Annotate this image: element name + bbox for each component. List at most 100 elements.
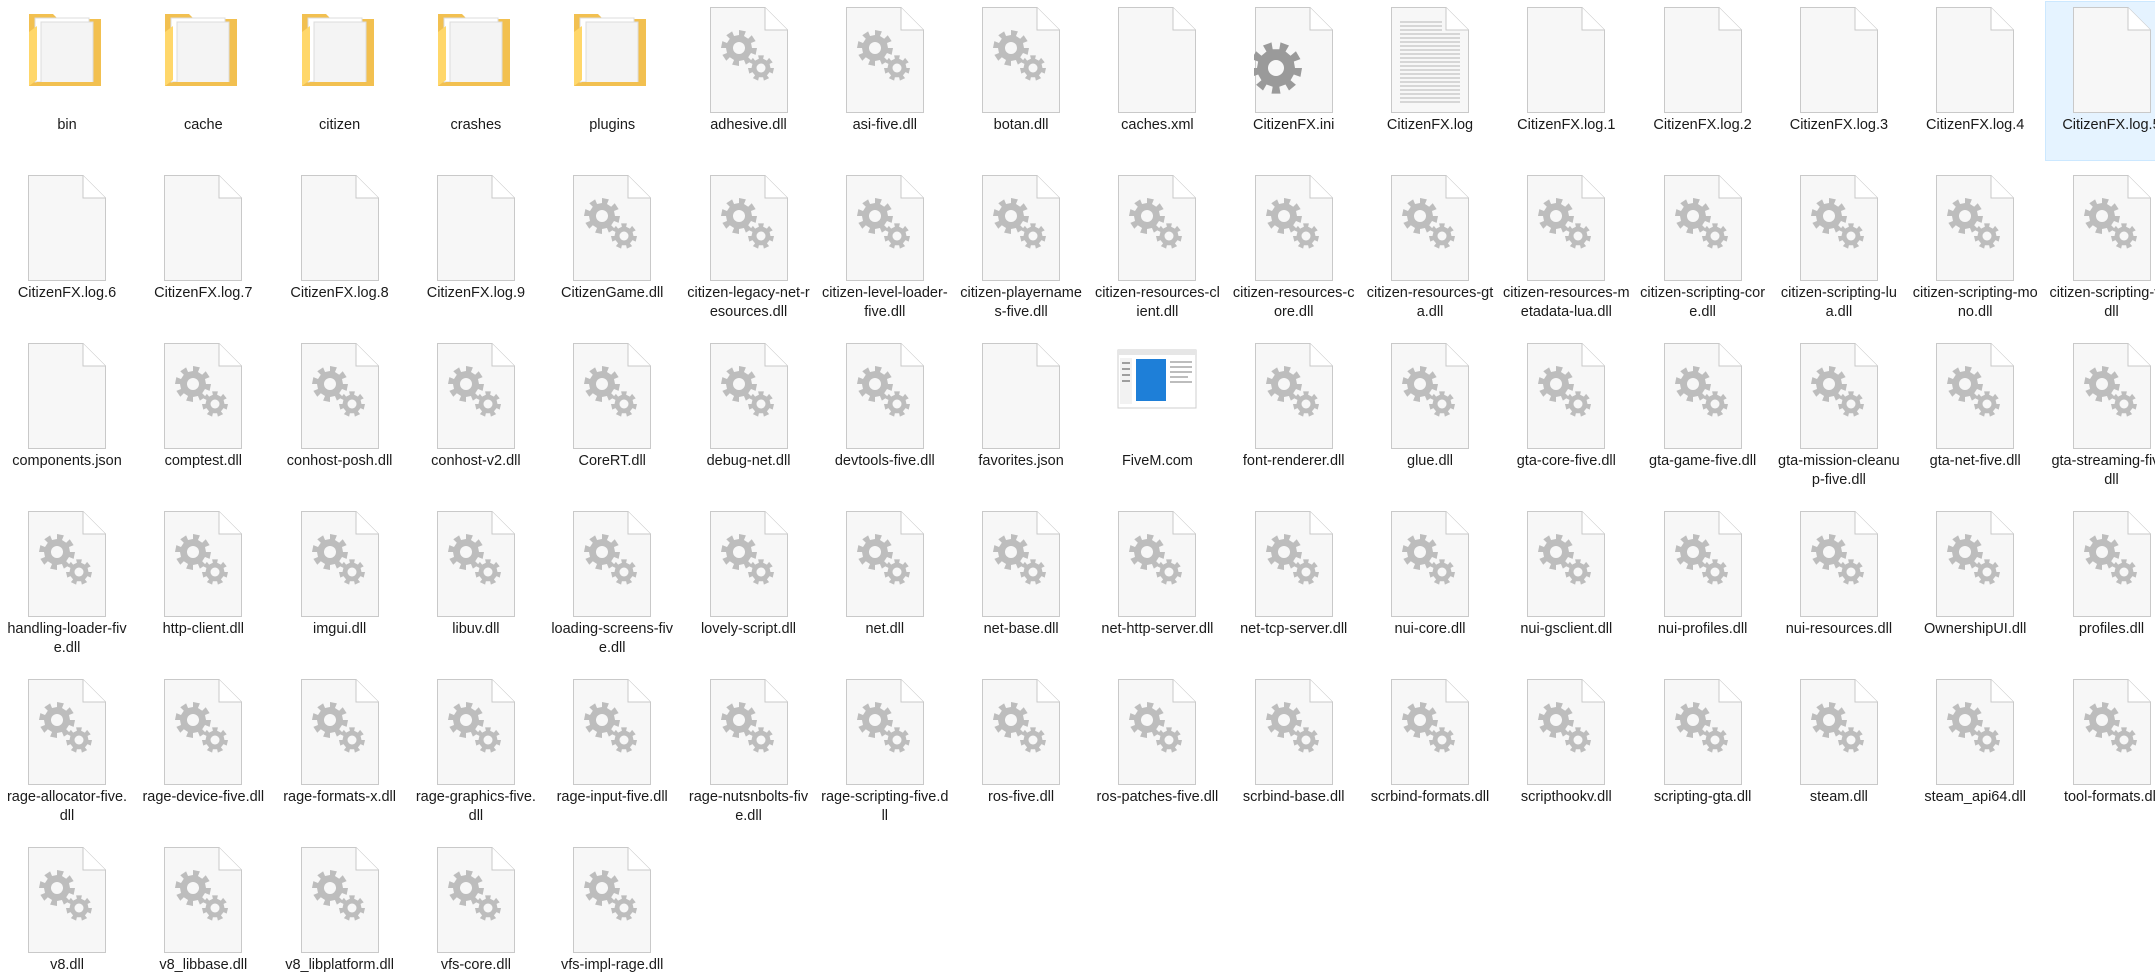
- file-item[interactable]: conhost-posh.dll: [273, 337, 405, 497]
- dll-file-icon: [163, 342, 243, 450]
- blank-file-icon: [27, 174, 107, 282]
- file-item[interactable]: rage-graphics-five.dll: [409, 673, 541, 833]
- file-item[interactable]: components.json: [0, 337, 132, 497]
- file-item[interactable]: rage-formats-x.dll: [273, 673, 405, 833]
- file-item[interactable]: CitizenGame.dll: [545, 169, 677, 329]
- file-item[interactable]: scrbind-base.dll: [1227, 673, 1359, 833]
- file-item[interactable]: gta-mission-cleanup-five.dll: [1772, 337, 1904, 497]
- file-item[interactable]: FiveM.com: [1090, 337, 1222, 497]
- file-item[interactable]: adhesive.dll: [682, 1, 814, 161]
- file-item[interactable]: http-client.dll: [136, 505, 268, 665]
- file-item[interactable]: tool-formats.dll: [2045, 673, 2155, 833]
- file-item[interactable]: font-renderer.dll: [1227, 337, 1359, 497]
- file-item[interactable]: comptest.dll: [136, 337, 268, 497]
- file-item[interactable]: plugins: [545, 1, 677, 161]
- file-item[interactable]: rage-allocator-five.dll: [0, 673, 132, 833]
- file-item[interactable]: citizen-scripting-v8.dll: [2045, 169, 2155, 329]
- file-item[interactable]: bin: [0, 1, 132, 161]
- file-item[interactable]: CitizenFX.log.4: [1908, 1, 2040, 161]
- file-item[interactable]: ros-five.dll: [954, 673, 1086, 833]
- file-item[interactable]: CitizenFX.log.9: [409, 169, 541, 329]
- file-item[interactable]: loading-screens-five.dll: [545, 505, 677, 665]
- file-item[interactable]: CitizenFX.log.1: [1499, 1, 1631, 161]
- file-item[interactable]: CoreRT.dll: [545, 337, 677, 497]
- file-item[interactable]: citizen-resources-client.dll: [1090, 169, 1222, 329]
- file-item[interactable]: vfs-core.dll: [409, 841, 541, 976]
- file-item[interactable]: CitizenFX.log.6: [0, 169, 132, 329]
- file-item[interactable]: nui-gsclient.dll: [1499, 505, 1631, 665]
- file-item[interactable]: conhost-v2.dll: [409, 337, 541, 497]
- file-item[interactable]: citizen: [273, 1, 405, 161]
- file-item[interactable]: glue.dll: [1363, 337, 1495, 497]
- file-item[interactable]: steam_api64.dll: [1908, 673, 2040, 833]
- dll-file-icon: [300, 510, 380, 618]
- file-item[interactable]: caches.xml: [1090, 1, 1222, 161]
- file-item[interactable]: v8_libplatform.dll: [273, 841, 405, 976]
- file-name-label: citizen-level-loader-five.dll: [821, 285, 948, 320]
- file-item[interactable]: scripting-gta.dll: [1636, 673, 1768, 833]
- file-item[interactable]: lovely-script.dll: [682, 505, 814, 665]
- file-item[interactable]: gta-net-five.dll: [1908, 337, 2040, 497]
- explorer-file-view[interactable]: bin cache citizen crashes plugins adhesi…: [0, 0, 2155, 976]
- file-item[interactable]: debug-net.dll: [682, 337, 814, 497]
- file-item[interactable]: vfs-impl-rage.dll: [545, 841, 677, 976]
- file-item[interactable]: rage-input-five.dll: [545, 673, 677, 833]
- file-name-label: net-base.dll: [983, 621, 1059, 637]
- file-item[interactable]: citizen-level-loader-five.dll: [818, 169, 950, 329]
- file-item[interactable]: devtools-five.dll: [818, 337, 950, 497]
- file-item[interactable]: citizen-scripting-core.dll: [1636, 169, 1768, 329]
- file-name-label: v8_libplatform.dll: [285, 957, 394, 973]
- file-item[interactable]: rage-scripting-five.dll: [818, 673, 950, 833]
- file-item[interactable]: rage-nutsnbolts-five.dll: [682, 673, 814, 833]
- blank-file-icon: [300, 174, 380, 282]
- file-item[interactable]: rage-device-five.dll: [136, 673, 268, 833]
- file-item[interactable]: gta-streaming-five.dll: [2045, 337, 2155, 497]
- dll-file-icon: [981, 6, 1061, 114]
- file-item[interactable]: citizen-resources-gta.dll: [1363, 169, 1495, 329]
- file-item[interactable]: citizen-legacy-net-resources.dll: [682, 169, 814, 329]
- file-item[interactable]: v8_libbase.dll: [136, 841, 268, 976]
- file-item[interactable]: net.dll: [818, 505, 950, 665]
- file-item[interactable]: nui-core.dll: [1363, 505, 1495, 665]
- file-item[interactable]: v8.dll: [0, 841, 132, 976]
- file-item[interactable]: citizen-playernames-five.dll: [954, 169, 1086, 329]
- file-item[interactable]: libuv.dll: [409, 505, 541, 665]
- file-item[interactable]: cache: [136, 1, 268, 161]
- file-item[interactable]: CitizenFX.log.7: [136, 169, 268, 329]
- file-item[interactable]: favorites.json: [954, 337, 1086, 497]
- file-item[interactable]: citizen-scripting-lua.dll: [1772, 169, 1904, 329]
- application-icon: [1117, 342, 1197, 450]
- dll-file-icon: [27, 510, 107, 618]
- file-item[interactable]: CitizenFX.log.8: [273, 169, 405, 329]
- file-item[interactable]: gta-core-five.dll: [1499, 337, 1631, 497]
- file-item[interactable]: citizen-scripting-mono.dll: [1908, 169, 2040, 329]
- file-item[interactable]: net-base.dll: [954, 505, 1086, 665]
- file-item[interactable]: nui-resources.dll: [1772, 505, 1904, 665]
- file-item[interactable]: ros-patches-five.dll: [1090, 673, 1222, 833]
- file-item[interactable]: CitizenFX.log.2: [1636, 1, 1768, 161]
- file-item[interactable]: citizen-resources-core.dll: [1227, 169, 1359, 329]
- file-item[interactable]: profiles.dll: [2045, 505, 2155, 665]
- file-item[interactable]: citizen-resources-metadata-lua.dll: [1499, 169, 1631, 329]
- file-item[interactable]: OwnershipUI.dll: [1908, 505, 2040, 665]
- file-item[interactable]: net-tcp-server.dll: [1227, 505, 1359, 665]
- file-item[interactable]: CitizenFX.log: [1363, 1, 1495, 161]
- file-item[interactable]: botan.dll: [954, 1, 1086, 161]
- file-item[interactable]: CitizenFX.log.5: [2044, 1, 2155, 161]
- file-item[interactable]: asi-five.dll: [818, 1, 950, 161]
- dll-file-icon: [1390, 174, 1470, 282]
- file-item[interactable]: nui-profiles.dll: [1636, 505, 1768, 665]
- file-item[interactable]: steam.dll: [1772, 673, 1904, 833]
- file-item[interactable]: scripthookv.dll: [1499, 673, 1631, 833]
- file-item[interactable]: handling-loader-five.dll: [0, 505, 132, 665]
- file-item[interactable]: scrbind-formats.dll: [1363, 673, 1495, 833]
- file-item[interactable]: gta-game-five.dll: [1636, 337, 1768, 497]
- file-item[interactable]: CitizenFX.log.3: [1772, 1, 1904, 161]
- file-item[interactable]: crashes: [409, 1, 541, 161]
- file-item[interactable]: imgui.dll: [273, 505, 405, 665]
- dll-file-icon: [436, 846, 516, 954]
- file-grid: bin cache citizen crashes plugins adhesi…: [0, 0, 2155, 976]
- file-item[interactable]: net-http-server.dll: [1090, 505, 1222, 665]
- blank-file-icon: [1663, 6, 1743, 114]
- file-item[interactable]: CitizenFX.ini: [1227, 1, 1359, 161]
